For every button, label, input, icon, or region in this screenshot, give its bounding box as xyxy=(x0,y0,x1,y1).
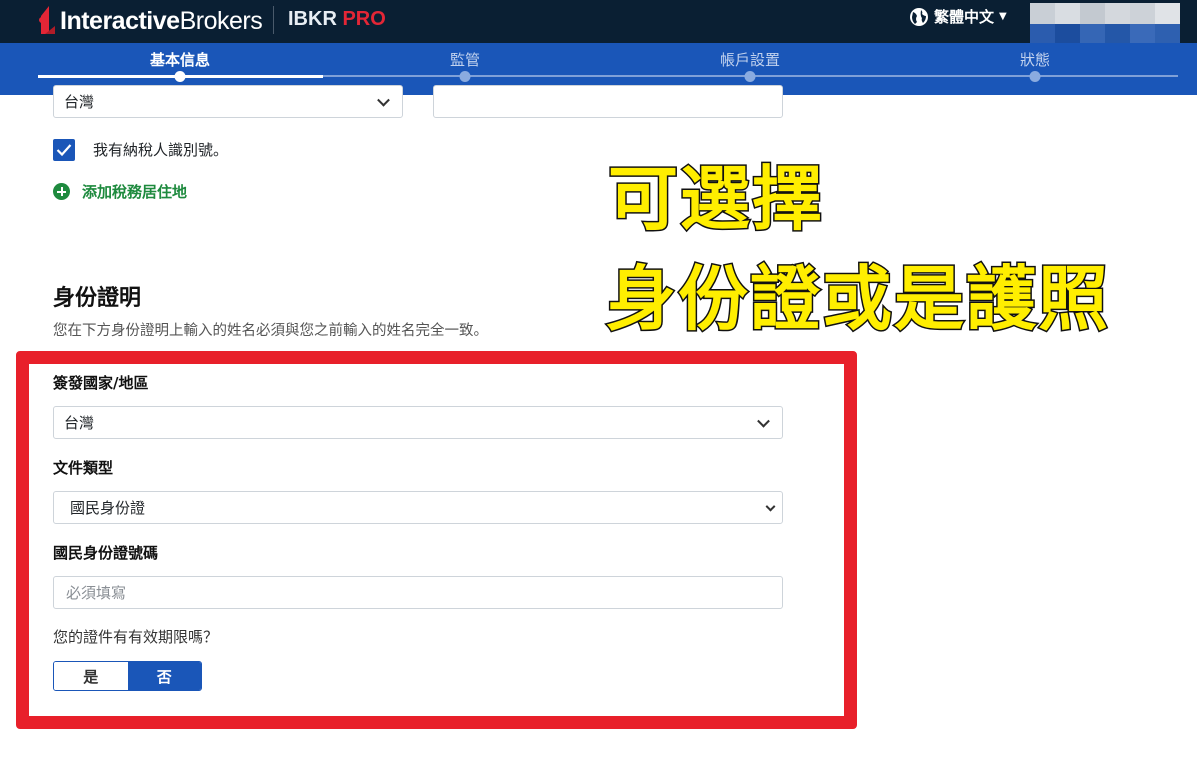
product-name: IBKR PRO xyxy=(288,8,386,31)
has-tin-checkbox[interactable] xyxy=(53,139,75,161)
issuing-country-label: 簽發國家/地區 xyxy=(53,374,149,392)
brand-suffix: Brokers xyxy=(179,7,263,35)
step-dot-basic-info xyxy=(174,71,186,82)
step-account-setup[interactable]: 帳戶設置 xyxy=(720,49,780,70)
chevron-down-icon xyxy=(765,501,776,512)
step-dot-regulatory xyxy=(459,71,471,82)
add-tax-residence-label: 添加稅務居住地 xyxy=(82,183,188,201)
redacted-account-info xyxy=(1030,3,1180,45)
product-label: IBKR xyxy=(288,8,337,30)
annotation-line-2: 身份證或是護照 xyxy=(605,257,1110,342)
add-tax-residence-link[interactable]: 添加稅務居住地 xyxy=(53,181,187,202)
doc-type-select[interactable]: 國民身份證 xyxy=(53,491,783,524)
step-dot-status xyxy=(1029,71,1041,82)
section-description: 您在下方身份證明上輸入的姓名必須與您之前輸入的姓名完全一致。 xyxy=(53,323,488,339)
top-bar: InteractiveBrokers IBKR PRO 繁體中文 ▼ xyxy=(0,0,1197,45)
step-status[interactable]: 狀態 xyxy=(1020,49,1050,70)
chevron-down-icon xyxy=(757,414,770,428)
id-number-placeholder: 必須填寫 xyxy=(66,584,127,602)
language-label: 繁體中文 xyxy=(934,8,995,26)
doc-type-value: 國民身份證 xyxy=(70,499,146,517)
language-selector[interactable]: 繁體中文 ▼ xyxy=(909,6,1007,27)
annotation-line-1: 可選擇 xyxy=(607,157,824,242)
tin-input[interactable] xyxy=(433,85,783,118)
checkmark-icon xyxy=(56,144,72,157)
issuing-country-value: 台灣 xyxy=(64,414,95,432)
plus-circle-icon xyxy=(53,183,70,200)
brand-prefix: Interactive xyxy=(60,7,180,35)
expiry-no-button[interactable]: 否 xyxy=(127,662,201,690)
step-regulatory[interactable]: 監管 xyxy=(450,49,480,70)
has-tin-label: 我有納稅人識別號。 xyxy=(93,141,229,159)
tax-country-select[interactable]: 台灣 xyxy=(53,85,403,118)
globe-icon xyxy=(910,7,928,26)
tax-country-value: 台灣 xyxy=(64,93,95,111)
ib-logo-icon xyxy=(39,6,55,34)
brand-divider xyxy=(273,6,274,34)
expiry-question: 您的證件有有效期限嗎？ xyxy=(53,628,219,646)
id-number-input[interactable]: 必須填寫 xyxy=(53,576,783,609)
step-basic-info[interactable]: 基本信息 xyxy=(150,49,210,70)
issuing-country-select[interactable]: 台灣 xyxy=(53,406,783,439)
product-accent: PRO xyxy=(342,8,386,30)
brand-name[interactable]: InteractiveBrokers xyxy=(60,7,263,36)
chevron-down-icon xyxy=(377,93,390,107)
expiry-yes-button[interactable]: 是 xyxy=(54,662,128,690)
step-dot-account-setup xyxy=(744,71,756,82)
chevron-down-icon: ▼ xyxy=(999,11,1007,22)
doc-type-label: 文件類型 xyxy=(53,459,114,477)
section-title: 身份證明 xyxy=(53,286,142,311)
id-number-label: 國民身份證號碼 xyxy=(53,544,159,562)
expiry-toggle: 是 否 xyxy=(53,661,202,691)
